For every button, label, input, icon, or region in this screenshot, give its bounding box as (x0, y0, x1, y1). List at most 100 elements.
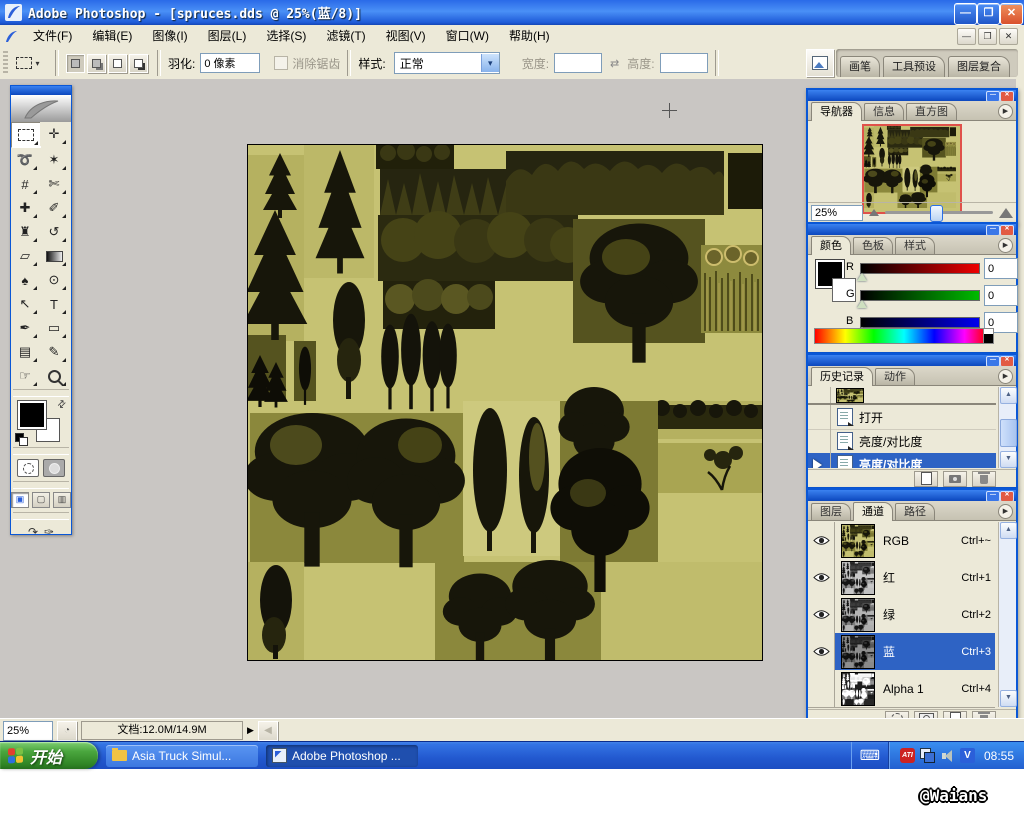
channels-scrollbar[interactable]: ▲ ▼ (998, 522, 1016, 707)
tool-rectangular-marquee[interactable] (11, 122, 41, 148)
navigator-zoom-input[interactable] (811, 205, 863, 221)
slider-handle[interactable] (930, 205, 943, 222)
channel-row-red[interactable]: 红 Ctrl+1 (808, 559, 995, 597)
menu-file[interactable]: 文件(F) (23, 25, 82, 47)
channel-thumbnail[interactable] (841, 524, 875, 558)
tab-paths[interactable]: 路径 (895, 503, 935, 520)
history-step-brightness[interactable]: 亮度/对比度 (808, 429, 996, 454)
panel-title-bar[interactable]: — ✕ (808, 224, 1016, 235)
menu-filter[interactable]: 滤镜(T) (316, 25, 375, 47)
channel-row-alpha1[interactable]: Alpha 1 Ctrl+4 (808, 670, 995, 708)
standard-mode-button[interactable] (17, 459, 39, 477)
status-menu-arrow-icon[interactable]: ▶ (247, 725, 254, 736)
navigator-proxy-view[interactable] (862, 124, 962, 214)
selection-mode-add-button[interactable] (87, 54, 106, 73)
tab-history[interactable]: 历史记录 (811, 367, 873, 386)
tab-brushes[interactable]: 画笔 (840, 56, 880, 77)
slider-handle[interactable] (857, 273, 867, 281)
adobe-feather-logo[interactable] (11, 95, 71, 122)
zoom-in-icon[interactable] (999, 208, 1013, 218)
scroll-left-icon[interactable]: ◀ (258, 721, 278, 741)
restore-button[interactable]: ❐ (977, 3, 1000, 25)
tool-magic-wand[interactable]: ✶ (40, 148, 68, 172)
keyboard-icon[interactable]: ⌨ (860, 747, 880, 764)
imageready-pen-icon[interactable]: ✑ (44, 525, 54, 539)
snapshot-thumbnail[interactable] (836, 388, 864, 403)
tool-type[interactable]: T (40, 292, 68, 316)
ati-tray-icon[interactable]: ATI (900, 748, 915, 763)
tool-healing-brush[interactable]: ✚ (11, 196, 39, 220)
height-input[interactable] (660, 53, 708, 73)
tab-layers[interactable]: 图层 (811, 503, 851, 520)
tab-swatches[interactable]: 色板 (853, 237, 893, 254)
tool-eyedropper[interactable]: ✎ (40, 340, 68, 364)
scroll-up-icon[interactable]: ▲ (1000, 522, 1017, 539)
doc-close-button[interactable]: ✕ (999, 28, 1018, 45)
v-app-tray-icon[interactable]: V (960, 748, 975, 763)
toolbox-title-bar[interactable] (11, 86, 71, 95)
tab-color[interactable]: 颜色 (811, 236, 851, 255)
channel-thumbnail[interactable] (841, 561, 875, 595)
tool-dodge[interactable]: ⊙ (40, 268, 68, 292)
slider-handle[interactable] (857, 300, 867, 308)
tool-notes[interactable]: ▤ (11, 340, 39, 364)
tool-zoom[interactable] (40, 364, 68, 388)
spectrum-bw-end[interactable] (983, 328, 994, 344)
green-value-input[interactable] (984, 285, 1018, 306)
visibility-cell[interactable] (808, 559, 835, 596)
fullscreen-button[interactable]: ▥ (53, 492, 71, 508)
document-size-info[interactable]: 文档:12.0M/14.9M (81, 721, 243, 740)
scroll-up-icon[interactable]: ▲ (1000, 387, 1017, 404)
menu-edit[interactable]: 编辑(E) (82, 25, 142, 47)
language-bar[interactable]: ⌨ (851, 742, 889, 769)
swap-colors-icon[interactable]: ⇄ (55, 398, 69, 412)
tool-brush[interactable]: ✐ (40, 196, 68, 220)
tab-layer-comps[interactable]: 图层复合 (948, 56, 1010, 77)
history-source-cell[interactable] (808, 429, 831, 453)
scroll-down-icon[interactable]: ▼ (1000, 690, 1017, 707)
foreground-color-swatch[interactable] (18, 401, 46, 429)
panel-menu-button[interactable]: ▶ (998, 369, 1013, 384)
volume-tray-icon[interactable] (940, 748, 955, 763)
red-slider[interactable] (860, 263, 980, 274)
visibility-cell[interactable] (808, 596, 835, 633)
scrollbar-thumb[interactable] (1000, 419, 1017, 447)
menu-layer[interactable]: 图层(L) (198, 25, 257, 47)
tool-shape[interactable]: ▭ (40, 316, 68, 340)
default-colors-icon[interactable] (15, 433, 26, 444)
history-scrollbar[interactable]: ▲ ▼ (998, 387, 1016, 468)
fullscreen-menubar-button[interactable]: ▢ (32, 492, 50, 508)
tool-move[interactable]: ✛ (40, 122, 68, 146)
red-value-input[interactable] (984, 258, 1018, 279)
tab-tool-presets[interactable]: 工具预设 (883, 56, 945, 77)
visibility-cell[interactable] (808, 633, 835, 670)
new-snapshot-button[interactable] (943, 471, 967, 487)
panel-title-bar[interactable]: — ✕ (808, 355, 1016, 366)
menu-help[interactable]: 帮助(H) (499, 25, 560, 47)
navigator-zoom-slider[interactable] (885, 211, 993, 214)
new-document-from-state-button[interactable] (914, 471, 938, 487)
scroll-down-icon[interactable]: ▼ (1000, 451, 1017, 468)
selection-mode-new-button[interactable] (66, 54, 85, 73)
status-zoom-input[interactable] (3, 721, 53, 741)
tool-history-brush[interactable]: ↺ (40, 220, 68, 244)
history-source-cell[interactable] (808, 387, 831, 403)
panel-menu-button[interactable]: ▶ (998, 238, 1013, 253)
tab-channels[interactable]: 通道 (853, 502, 893, 521)
title-bar[interactable]: Adobe Photoshop - [spruces.dds @ 25%(蓝/8… (0, 0, 1024, 25)
channel-row-rgb[interactable]: RGB Ctrl+~ (808, 522, 995, 560)
status-clock-icon[interactable]: ◔ (57, 721, 77, 741)
feather-input[interactable] (200, 53, 260, 73)
current-tool-button[interactable]: ▾ (8, 50, 48, 76)
visibility-cell[interactable] (808, 670, 835, 707)
quick-mask-mode-button[interactable] (43, 459, 65, 477)
jump-to-imageready-icon[interactable]: ↷ (28, 525, 38, 539)
zoom-out-icon[interactable] (869, 209, 879, 216)
tab-styles[interactable]: 样式 (895, 237, 935, 254)
history-step-brightness-selected[interactable]: 亮度/对比度 (808, 453, 996, 468)
tool-path-selection[interactable]: ↖ (11, 292, 39, 316)
standard-screen-button[interactable]: ▣ (11, 492, 29, 508)
taskbar-item-asia-truck[interactable]: Asia Truck Simul... (106, 745, 258, 767)
tool-slice[interactable]: ✄ (40, 172, 68, 196)
channel-thumbnail[interactable] (841, 598, 875, 632)
